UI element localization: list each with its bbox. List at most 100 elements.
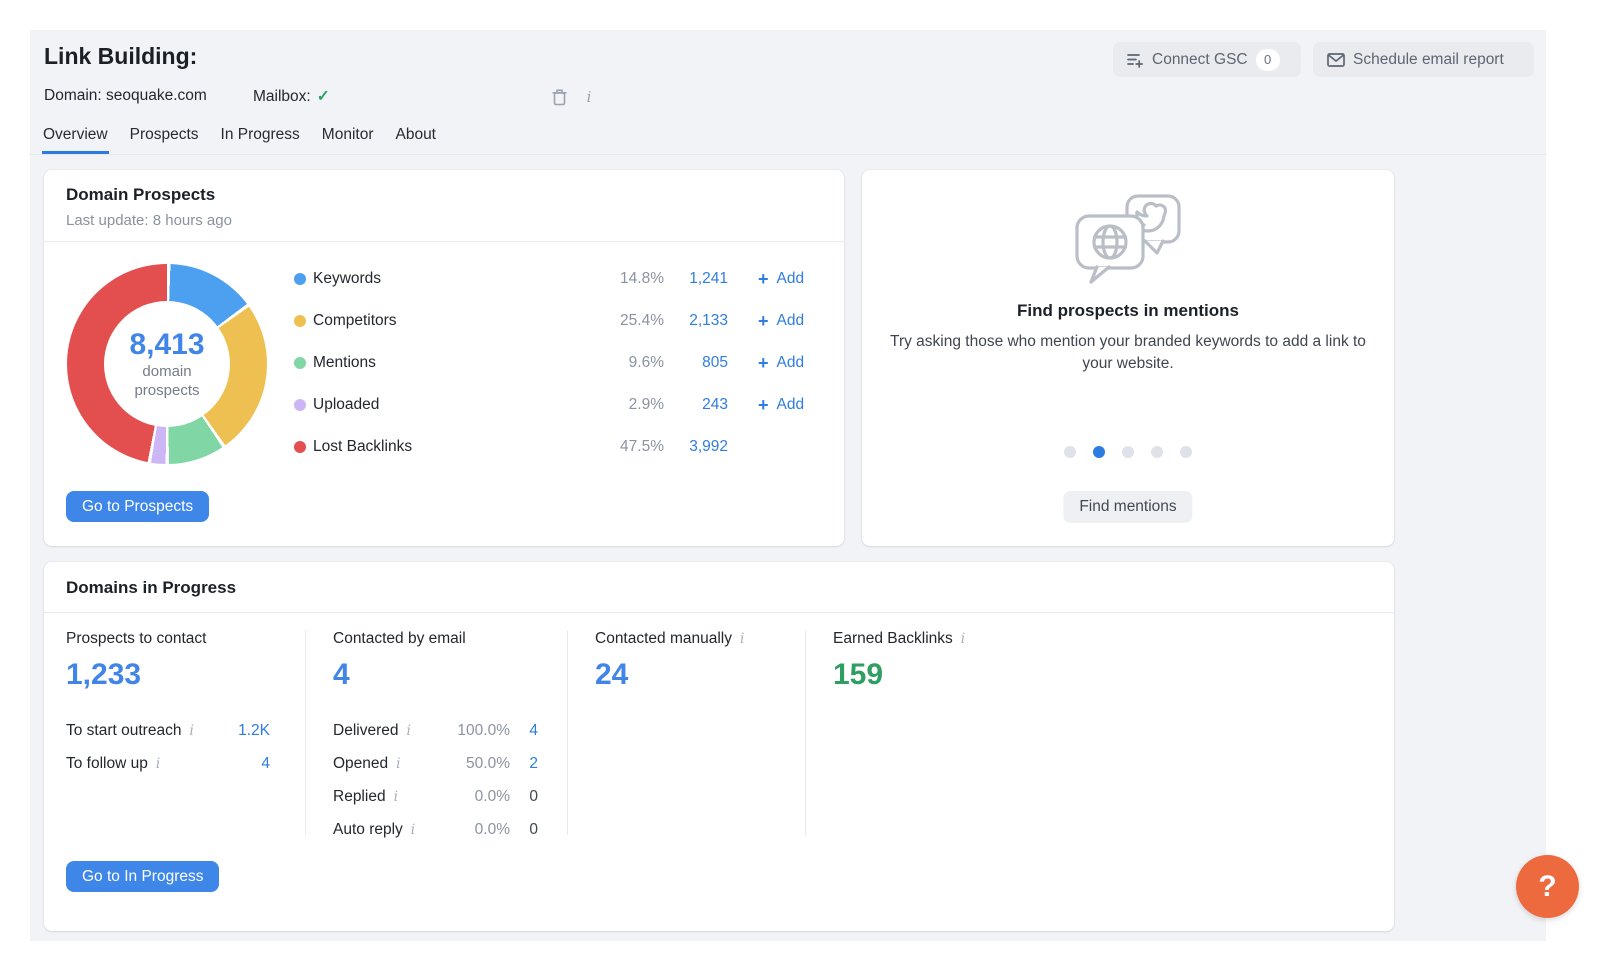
legend-percent: 47.5% [594,438,664,456]
legend-count-link[interactable]: 243 [664,396,728,414]
info-icon[interactable]: i [961,631,965,647]
info-icon[interactable]: i [411,822,415,838]
column-divider [305,630,306,835]
earned-backlinks-column: Earned Backlinksi 159 [833,630,1043,692]
prospects-to-contact-label: Prospects to contact [66,630,206,648]
contacted-by-email-label: Contacted by email [333,630,466,648]
plus-icon [758,353,777,374]
info-icon[interactable]: i [396,756,400,772]
prospects-to-contact-value[interactable]: 1,233 [66,658,270,692]
carousel-dot[interactable] [1151,446,1163,458]
donut-chart: 8,413 domain prospects [67,264,267,464]
add-label: Add [777,312,805,330]
legend-row-competitors: Competitors 25.4% 2,133 Add [294,300,814,342]
carousel-dot[interactable] [1122,446,1134,458]
info-icon[interactable]: i [189,723,193,739]
schedule-email-report-button[interactable]: Schedule email report [1313,42,1534,77]
tab-overview[interactable]: Overview [42,124,109,154]
tab-about[interactable]: About [394,124,437,154]
info-icon[interactable]: i [394,789,398,805]
plus-icon [758,395,777,416]
delivered-row: Delivered i 100.0% 4 [333,714,538,747]
mailbox-label: Mailbox: [253,88,311,105]
trash-icon [552,89,567,106]
info-icon[interactable]: i [740,631,744,647]
tab-bar: Overview Prospects In Progress Monitor A… [30,124,1546,155]
earned-backlinks-value[interactable]: 159 [833,658,1043,692]
contacted-manually-value[interactable]: 24 [595,658,805,692]
plus-icon [758,311,777,332]
legend-count-link[interactable]: 805 [664,354,728,372]
carousel-dot[interactable] [1180,446,1192,458]
legend-count-link[interactable]: 2,133 [664,312,728,330]
opened-count[interactable]: 2 [510,755,538,773]
add-link[interactable]: Add [728,269,814,290]
info-icon[interactable]: i [406,723,410,739]
legend-dot [294,273,306,285]
carousel-dot[interactable] [1064,446,1076,458]
opened-row: Openedi 50.0% 2 [333,747,538,780]
project-info-button[interactable]: i [578,86,600,108]
column-divider [567,630,568,835]
connect-gsc-label: Connect GSC [1152,51,1248,69]
tab-monitor[interactable]: Monitor [321,124,375,154]
add-link[interactable]: Add [728,395,814,416]
contacted-manually-column: Contacted manuallyi 24 [595,630,805,692]
find-mentions-button[interactable]: Find mentions [1063,491,1192,523]
legend-row-keywords: Keywords 14.8% 1,241 Add [294,258,814,300]
carousel-dot[interactable] [1093,446,1105,458]
mentions-description: Try asking those who mention your brande… [888,331,1368,375]
legend-label: Keywords [313,270,594,288]
to-start-outreach-value[interactable]: 1.2K [238,722,270,740]
legend-count-link[interactable]: 3,992 [664,438,728,456]
legend-count-link[interactable]: 1,241 [664,270,728,288]
replied-percent: 0.0% [450,788,510,806]
to-start-outreach-row: To start outreach i 1.2K [66,714,270,747]
add-label: Add [777,270,805,288]
gsc-count-badge: 0 [1256,49,1280,71]
add-label: Add [777,354,805,372]
legend-label: Mentions [313,354,594,372]
delivered-count[interactable]: 4 [510,722,538,740]
tab-in-progress[interactable]: In Progress [220,124,301,154]
contacted-by-email-value[interactable]: 4 [333,658,538,692]
add-link[interactable]: Add [728,353,814,374]
carousel-dots [862,446,1394,458]
mailbox-status: Mailbox: ✓ [253,87,330,106]
go-to-prospects-button[interactable]: Go to Prospects [66,491,209,522]
delivered-percent: 100.0% [450,722,510,740]
replied-count: 0 [510,788,538,806]
legend-dot [294,357,306,369]
legend-row-mentions: Mentions 9.6% 805 Add [294,342,814,384]
domain-prospects-header: Domain Prospects Last update: 8 hours ag… [44,170,844,242]
help-button[interactable]: ? [1516,855,1579,918]
domains-in-progress-title: Domains in Progress [66,578,1372,598]
auto-reply-count: 0 [510,821,538,839]
delivered-label: Delivered [333,722,398,740]
add-link[interactable]: Add [728,311,814,332]
to-follow-up-value[interactable]: 4 [261,755,270,773]
to-start-outreach-label: To start outreach [66,722,181,740]
go-to-in-progress-button[interactable]: Go to In Progress [66,861,219,892]
replied-label: Replied [333,788,386,806]
schedule-label: Schedule email report [1353,51,1504,69]
legend-row-lost-backlinks: Lost Backlinks 47.5% 3,992 [294,426,814,468]
info-icon: i [587,88,592,106]
legend-label: Lost Backlinks [313,438,594,456]
page-title: Link Building: [44,43,197,70]
info-icon[interactable]: i [156,756,160,772]
legend-dot [294,315,306,327]
legend-percent: 9.6% [594,354,664,372]
envelope-icon [1327,53,1345,67]
delete-project-button[interactable] [548,86,570,108]
legend-percent: 14.8% [594,270,664,288]
legend-dot [294,399,306,411]
connect-gsc-button[interactable]: Connect GSC 0 [1113,42,1301,77]
check-icon: ✓ [317,88,330,105]
tab-prospects[interactable]: Prospects [129,124,200,154]
domain-prospects-title: Domain Prospects [66,185,822,205]
domain-prospects-card: Domain Prospects Last update: 8 hours ag… [44,170,844,546]
auto-reply-label: Auto reply [333,821,403,839]
auto-reply-row: Auto replyi 0.0% 0 [333,813,538,846]
legend-percent: 25.4% [594,312,664,330]
